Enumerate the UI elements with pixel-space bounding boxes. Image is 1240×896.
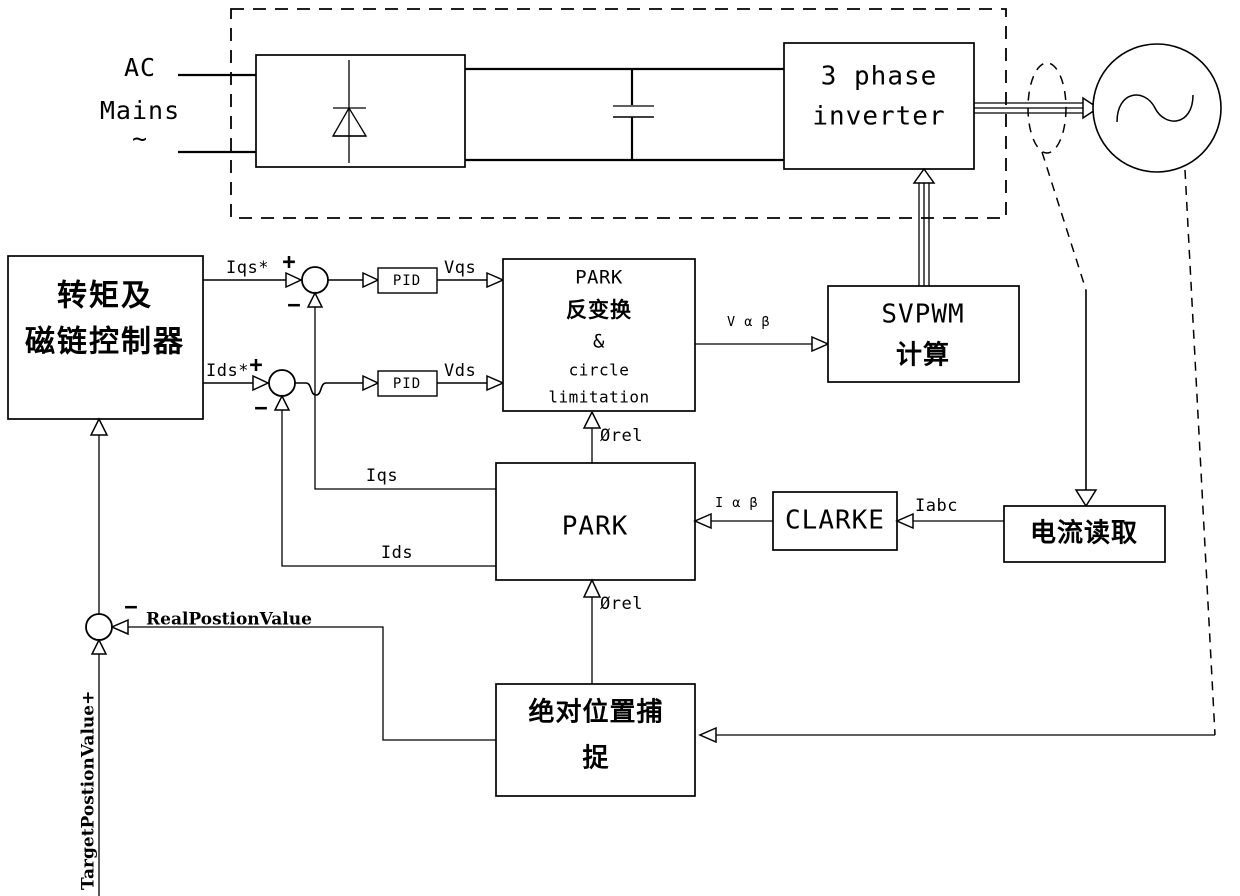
- ac-tilde-label: ~: [132, 124, 148, 153]
- iqs-ref-arrowhead: [285, 271, 303, 289]
- diagram-canvas: AC Mains ~ 3 phase inverter 转矩及 磁链控制器 Iq…: [7, 8, 1222, 896]
- svpwm-label-line1: SVPWM: [881, 300, 964, 330]
- ids-plus-sign: +: [249, 353, 262, 378]
- park-inverse-label-line5: limitation: [548, 388, 649, 407]
- torque-flux-controller-label-line1: 转矩及: [57, 279, 153, 314]
- real-position-label: RealPostionValue: [146, 610, 312, 630]
- foc-block-diagram: AC Mains ~ 3 phase inverter 转矩及 磁链控制器 Iq…: [0, 0, 1240, 896]
- park-input-arrowhead: [693, 512, 712, 530]
- current-read-label: 电流读取: [1030, 519, 1138, 549]
- theta-rel-lower-label: Ørel: [600, 594, 643, 614]
- iqs-feedback-wire: [314, 307, 496, 490]
- controller-input-arrowhead: [89, 417, 109, 436]
- encoder-feedback-arrowhead: [698, 726, 717, 744]
- inverter-label-line1: 3 phase: [821, 62, 938, 92]
- svpwm-input-arrowhead: [811, 335, 830, 353]
- clarke-input-arrowhead: [895, 512, 914, 530]
- inverter-label-line2: inverter: [812, 102, 945, 132]
- real-position-arrowhead: [110, 618, 129, 636]
- real-position-feedback-wire: [128, 626, 496, 741]
- park-label: PARK: [562, 512, 629, 542]
- position-capture-label-line2: 捉: [582, 744, 609, 774]
- ids-error-wire-with-hop: [295, 382, 363, 396]
- vqs-label: Vqs: [444, 258, 476, 278]
- pid-qs-input-arrowhead: [362, 271, 380, 289]
- rectifier-block: [255, 54, 466, 168]
- svpwm-label-line2: 计算: [896, 340, 950, 371]
- ids-ref-arrowhead: [252, 374, 270, 392]
- vds-label: Vds: [444, 361, 476, 381]
- ids-minus-sign: −: [254, 396, 267, 421]
- theta-rel-lower-arrowhead: [582, 578, 602, 598]
- encoder-feedback-lead-line: [1184, 169, 1216, 736]
- current-read-arrowhead: [1074, 489, 1098, 508]
- pid-qs-label: PID: [393, 273, 421, 289]
- iqs-ref-label: Iqs*: [226, 258, 269, 278]
- ids-summing-junction: [268, 369, 296, 397]
- park-inverse-label-line1: PARK: [575, 267, 623, 289]
- ac-label: AC: [124, 53, 156, 82]
- position-capture-label-line1: 绝对位置捕: [528, 697, 663, 728]
- park-inverse-vqs-arrowhead: [486, 271, 505, 289]
- iqs-feedback-arrowhead: [306, 291, 324, 308]
- mains-label: Mains: [100, 96, 180, 125]
- park-inverse-vds-arrowhead: [486, 374, 505, 392]
- svpwm-bus-arrowhead: [912, 167, 936, 184]
- park-inverse-label-line4: circle: [569, 361, 630, 380]
- ids-ref-label: Ids*: [206, 361, 249, 381]
- position-minus-sign: −: [124, 595, 137, 620]
- iqs-summing-junction: [301, 266, 329, 294]
- current-sense-lead-line: [1041, 151, 1087, 291]
- i-alpha-beta-label: I α β: [715, 495, 758, 511]
- ids-feedback-label: Ids: [381, 543, 413, 563]
- position-summing-junction: [85, 613, 113, 641]
- motor-body-circle: [1092, 43, 1222, 173]
- iabc-label: Iabc: [915, 496, 958, 516]
- v-alpha-beta-label: V α β: [727, 314, 770, 330]
- iqs-plus-sign: +: [282, 250, 295, 275]
- iqs-feedback-label: Iqs: [366, 466, 398, 486]
- clarke-label: CLARKE: [785, 506, 885, 536]
- theta-rel-upper-label: Ørel: [600, 426, 643, 446]
- torque-flux-controller-label-line2: 磁链控制器: [25, 325, 185, 360]
- park-inverse-label-line2: 反变换: [566, 298, 632, 322]
- ids-feedback-arrowhead: [273, 394, 291, 411]
- target-position-label: TargetPostionValue+: [79, 691, 99, 890]
- pid-ds-input-arrowhead: [362, 374, 380, 392]
- target-position-arrowhead: [90, 638, 108, 655]
- park-inverse-label-line3: &: [593, 331, 605, 353]
- theta-rel-upper-arrowhead: [582, 410, 602, 429]
- iqs-minus-sign: −: [287, 293, 300, 318]
- pid-ds-label: PID: [393, 376, 421, 392]
